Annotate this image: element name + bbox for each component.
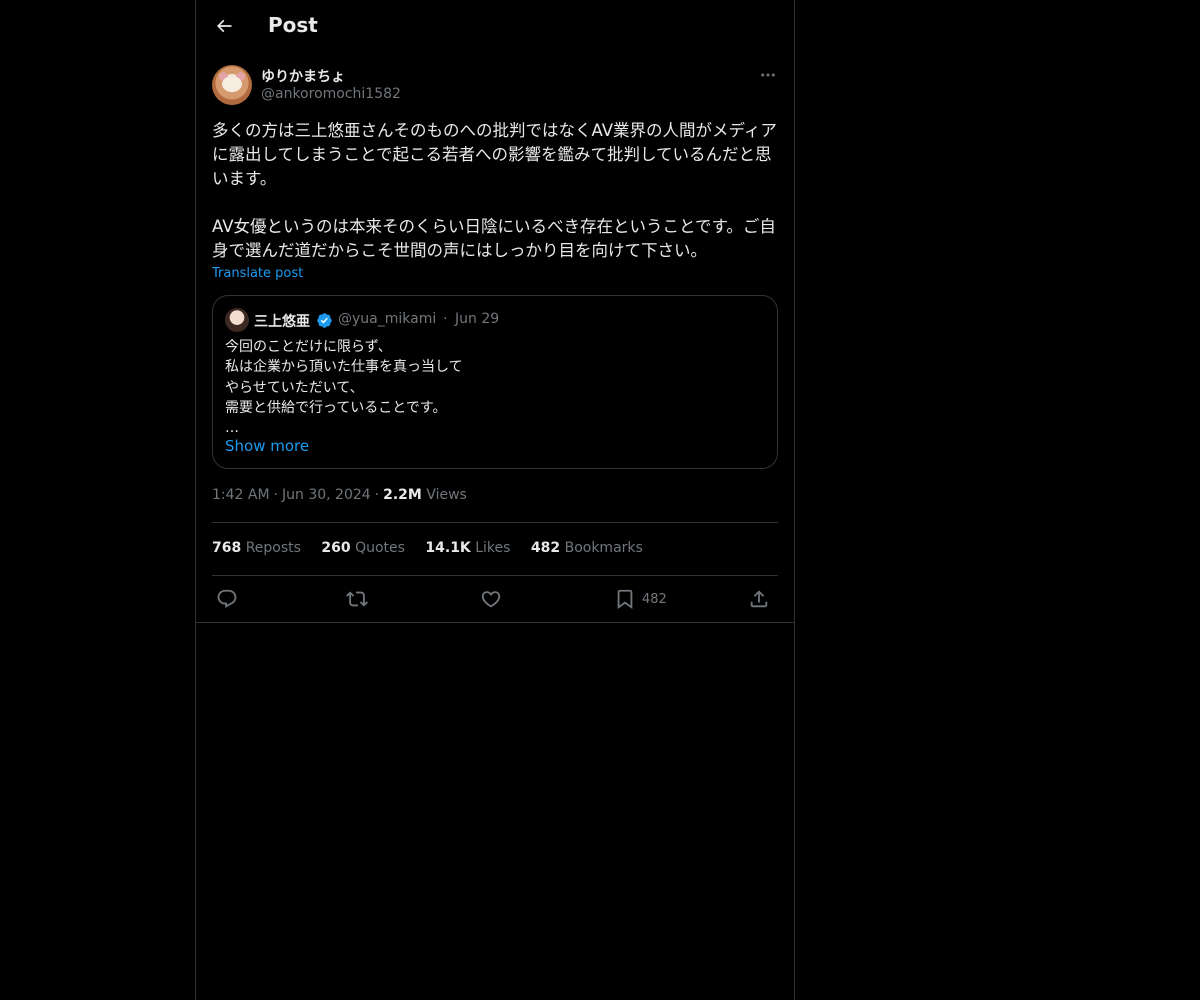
quoted-text-line: …: [225, 420, 239, 437]
repost-icon: [346, 591, 368, 607]
back-button[interactable]: [206, 8, 242, 44]
quoted-text-line: 私は企業から頂いた仕事を真っ当して: [225, 359, 463, 376]
post-text: 多くの方は三上悠亜さんそのものへの批判ではなくAV業界の人間がメディアに露出して…: [212, 121, 777, 260]
more-icon: [761, 73, 775, 77]
quoted-date: Jun 29: [455, 311, 500, 327]
quoted-text-line: やらせていただいて、: [225, 379, 364, 396]
likes-stat[interactable]: 14.1K Likes: [425, 540, 510, 556]
post-date[interactable]: Jun 30, 2024: [282, 487, 371, 503]
page-title: Post: [268, 13, 318, 37]
bookmark-button[interactable]: 482: [614, 583, 667, 615]
reposts-count: 768: [212, 540, 242, 556]
quoted-author-avatar: [225, 308, 249, 332]
author-handle[interactable]: @ankoromochi1582: [261, 86, 401, 102]
author-avatar[interactable]: [212, 65, 252, 105]
main-column: Post ゆりかまちょ @ankoromochi1582 多くの方は三上悠亜さん…: [195, 0, 795, 1000]
quoted-text-line: 需要と供給で行っていることです。: [225, 399, 447, 416]
divider: [212, 575, 778, 576]
quoted-author-handle: @yua_mikami: [338, 311, 437, 327]
likes-label: Likes: [475, 540, 511, 556]
bookmark-count: 482: [642, 591, 667, 607]
quoted-separator: ·: [443, 311, 448, 327]
quoted-author-name: 三上悠亜: [254, 314, 310, 330]
quoted-post[interactable]: 三上悠亜 @yua_mikami · Jun 29 今回のことだけに限らず、 私…: [212, 295, 778, 469]
post-author: ゆりかまちょ @ankoromochi1582: [212, 64, 778, 106]
reply-icon: [217, 589, 237, 608]
bookmarks-label: Bookmarks: [564, 540, 643, 556]
bookmarks-count: 482: [530, 540, 561, 556]
translate-post-link[interactable]: Translate post: [212, 266, 303, 281]
like-icon: [481, 591, 501, 608]
action-bar: 482: [212, 583, 778, 615]
reposts-stat[interactable]: 768 Reposts: [212, 540, 301, 556]
post-meta: 1:42 AM · Jun 30, 2024 · 2.2M Views: [212, 487, 467, 503]
show-more-link[interactable]: Show more: [225, 437, 309, 455]
quoted-text-line: 今回のことだけに限らず、: [225, 339, 392, 355]
views-label: Views: [426, 487, 467, 503]
back-arrow-icon: [216, 19, 232, 33]
post-time[interactable]: 1:42 AM: [212, 487, 270, 503]
post-stats: 768 Reposts 260 Quotes 14.1K Likes 482 B…: [212, 540, 659, 556]
meta-separator: ·: [374, 487, 380, 503]
views-count: 2.2M: [383, 487, 422, 503]
likes-count: 14.1K: [425, 540, 471, 556]
repost-button[interactable]: [346, 583, 368, 615]
quotes-stat[interactable]: 260 Quotes: [321, 540, 405, 556]
meta-separator: ·: [273, 487, 278, 503]
quotes-count: 260: [321, 540, 351, 556]
quotes-label: Quotes: [355, 540, 405, 556]
verified-badge-icon: [317, 313, 332, 328]
bookmark-icon: [617, 589, 633, 610]
bookmarks-stat[interactable]: 482 Bookmarks: [531, 540, 643, 556]
post-bottom-border: [196, 622, 794, 623]
like-button[interactable]: [480, 583, 502, 615]
share-icon: [750, 590, 768, 608]
divider: [212, 522, 778, 523]
reposts-label: Reposts: [245, 540, 301, 556]
reply-button[interactable]: [216, 583, 238, 615]
share-button[interactable]: [748, 583, 770, 615]
quoted-text: 今回のことだけに限らず、 私は企業から頂いた仕事を真っ当して やらせていただいて…: [225, 337, 765, 438]
author-display-name[interactable]: ゆりかまちょ: [261, 66, 345, 86]
more-options-button[interactable]: [756, 64, 780, 86]
page-header: Post: [196, 0, 794, 54]
